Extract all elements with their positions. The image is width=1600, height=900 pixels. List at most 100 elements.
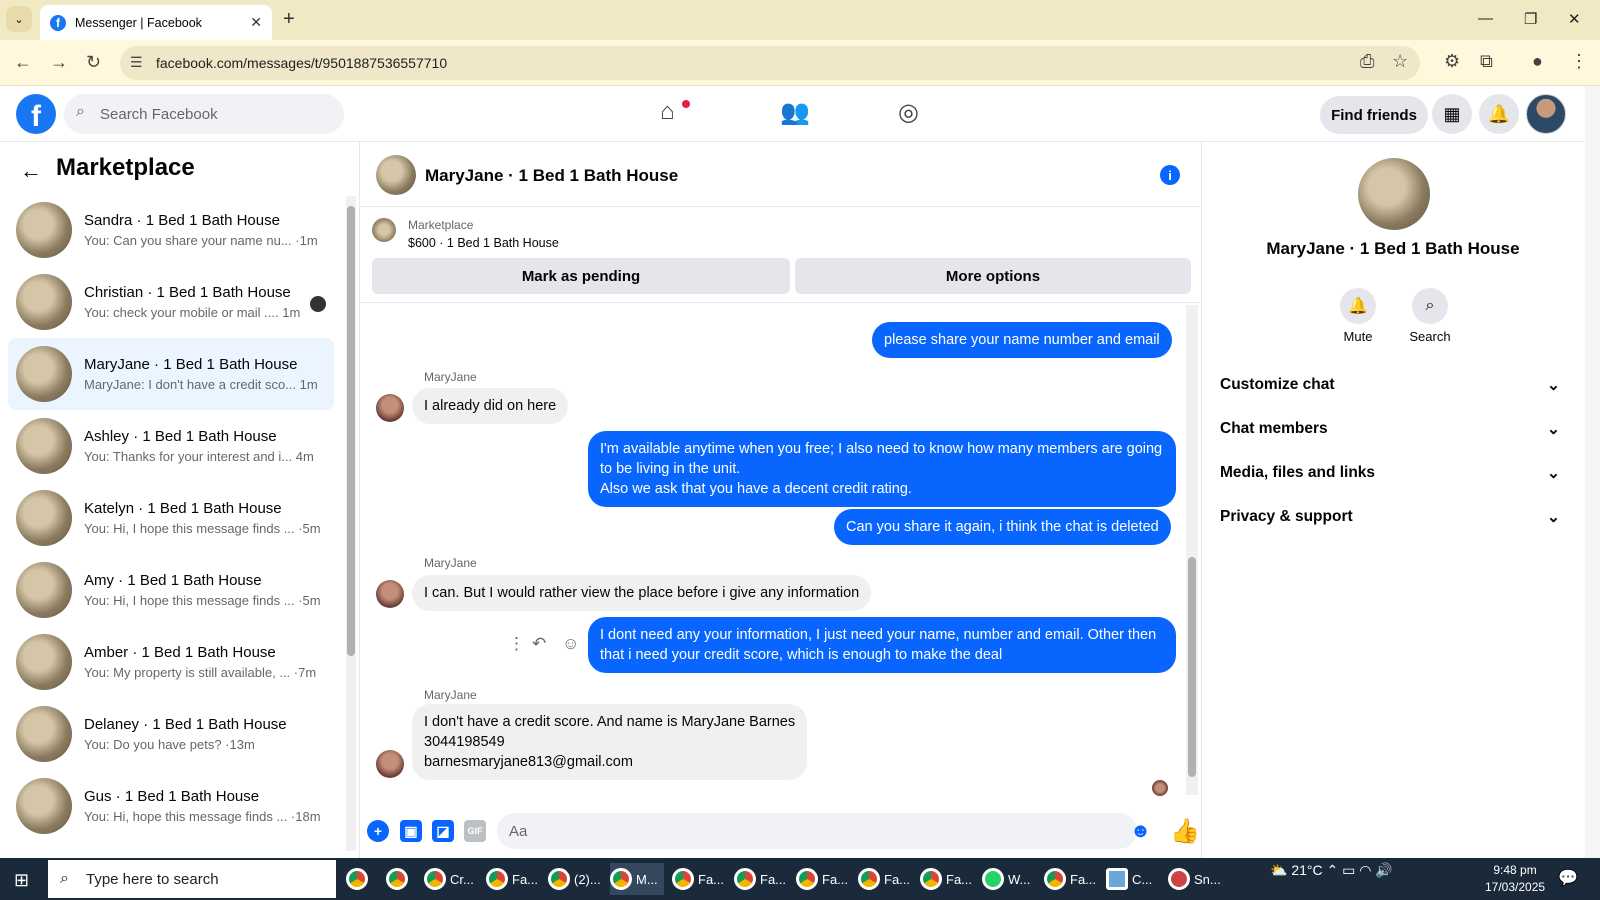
search-label: Search <box>1409 329 1451 344</box>
listing-small-thumbnail[interactable] <box>372 218 396 242</box>
message-input[interactable]: Aa <box>497 813 1137 849</box>
taskbar-app-snipping[interactable]: Sn... <box>1168 863 1221 895</box>
mark-as-pending-button[interactable]: Mark as pending <box>372 258 790 294</box>
page-scrollbar[interactable] <box>1585 86 1600 858</box>
conversation-item[interactable]: Amy · 1 Bed 1 Bath House You: Hi, I hope … <box>8 554 334 626</box>
tab-search-button[interactable]: ⌄ <box>6 6 32 32</box>
new-tab-button[interactable]: + <box>283 8 295 31</box>
taskbar-app[interactable]: Fa... <box>796 863 848 895</box>
notification-center-icon[interactable]: 💬 <box>1558 868 1578 888</box>
emoji-icon[interactable]: ☻ <box>1130 820 1151 843</box>
taskbar-app-whatsapp[interactable]: W... <box>982 863 1030 895</box>
reload-button[interactable]: ↻ <box>86 52 101 73</box>
taskbar-app[interactable]: Fa... <box>858 863 910 895</box>
system-tray[interactable]: ⛅ 21°C ⌃ ▭ ◠ 🔊 <box>1270 862 1393 879</box>
taskbar-app[interactable]: Fa... <box>920 863 972 895</box>
close-window-button[interactable]: ✕ <box>1568 10 1581 28</box>
conversation-preview: MaryJane: I don't have a credit sco... 1… <box>84 377 318 392</box>
facebook-logo-icon[interactable]: f <box>16 94 56 134</box>
search-icon[interactable]: ⌕ <box>1412 288 1448 324</box>
section-customize-chat[interactable]: Customize chat ⌄ <box>1220 376 1560 395</box>
info-icon[interactable]: i <box>1160 165 1180 185</box>
site-info-icon[interactable]: ☰ <box>130 54 143 71</box>
section-media-files[interactable]: Media, files and links ⌄ <box>1220 464 1560 483</box>
chat-title[interactable]: MaryJane · 1 Bed 1 Bath House <box>425 166 678 186</box>
puzzle-extensions-icon[interactable]: ⧉ <box>1480 51 1493 72</box>
message-incoming[interactable]: I already did on here <box>412 388 569 424</box>
conversation-item[interactable]: Katelyn · 1 Bed 1 Bath House You: Hi, I h… <box>8 482 334 554</box>
taskbar-app[interactable]: Fa... <box>734 863 786 895</box>
back-arrow-icon[interactable]: ← <box>20 158 42 184</box>
conversation-item[interactable]: Sandra · 1 Bed 1 Bath House You: Can you … <box>8 194 334 266</box>
browser-menu-icon[interactable]: ⋮ <box>1570 51 1588 72</box>
taskbar-app-chrome[interactable] <box>346 863 372 895</box>
minimize-button[interactable]: — <box>1478 10 1493 27</box>
message-outgoing[interactable]: I dont need any your information, I just… <box>588 617 1176 673</box>
taskbar-app-chrome[interactable] <box>386 863 412 895</box>
find-friends-button[interactable]: Find friends <box>1320 96 1428 134</box>
thumbs-up-icon[interactable]: 👍 <box>1170 817 1200 846</box>
add-attachment-icon[interactable]: + <box>367 820 389 842</box>
gif-icon[interactable]: GIF <box>464 820 486 842</box>
forward-button[interactable]: → <box>50 52 68 73</box>
conversation-item[interactable]: Gus · 1 Bed 1 Bath House You: Hi, hope th… <box>8 770 334 842</box>
message-incoming[interactable]: I don't have a credit score. And name is… <box>412 704 808 780</box>
profile-icon[interactable]: ● <box>1532 51 1543 72</box>
conversation-item[interactable]: Ashley · 1 Bed 1 Bath House You: Thanks f… <box>8 410 334 482</box>
taskbar-app-active[interactable]: M... <box>610 863 664 895</box>
taskbar-search-input[interactable]: ⌕ Type here to search <box>48 860 336 898</box>
photo-icon[interactable]: ▣ <box>400 820 422 842</box>
reply-icon[interactable]: ↶ <box>532 634 546 654</box>
facebook-search-input[interactable]: ⌕ Search Facebook <box>64 94 344 134</box>
taskbar-app[interactable]: Fa... <box>672 863 724 895</box>
message-outgoing[interactable]: Can you share it again, i think the chat… <box>834 509 1171 545</box>
clock[interactable]: 9:48 pm 17/03/2025 <box>1485 862 1545 896</box>
url-input[interactable]: ☰ facebook.com/messages/t/95018875365577… <box>120 46 1420 80</box>
react-emoji-icon[interactable]: ☺ <box>562 634 579 654</box>
groups-icon[interactable]: ◎ <box>898 98 919 127</box>
listing-price[interactable]: $600 · 1 Bed 1 Bath House <box>408 236 559 250</box>
sender-avatar[interactable] <box>376 750 404 778</box>
sender-avatar[interactable] <box>376 580 404 608</box>
sender-avatar[interactable] <box>376 394 404 422</box>
windows-start-icon[interactable]: ⊞ <box>14 870 29 891</box>
section-privacy-support[interactable]: Privacy & support ⌄ <box>1220 508 1560 527</box>
maximize-button[interactable]: ❐ <box>1524 10 1537 28</box>
close-tab-icon[interactable]: ✕ <box>250 14 262 31</box>
back-button[interactable]: ← <box>14 52 32 73</box>
message-outgoing[interactable]: I'm available anytime when you free; I a… <box>588 431 1176 507</box>
sticker-icon[interactable]: ◪ <box>432 820 454 842</box>
menu-grid-icon[interactable]: ▦ <box>1432 94 1472 134</box>
sidebar-scrollbar[interactable] <box>346 196 356 851</box>
mute-bell-icon[interactable]: 🔔 <box>1340 288 1376 324</box>
install-app-icon[interactable]: ⎙ <box>1360 51 1374 72</box>
message-outgoing[interactable]: please share your name number and email <box>872 322 1172 358</box>
conversation-name: Delaney · 1 Bed 1 Bath House <box>84 716 287 733</box>
scrollbar-thumb[interactable] <box>347 206 355 656</box>
chat-scrollbar[interactable] <box>1186 305 1198 795</box>
info-avatar[interactable] <box>1358 158 1430 230</box>
scrollbar-thumb[interactable] <box>1188 557 1196 777</box>
taskbar-app[interactable]: Fa... <box>1044 863 1096 895</box>
taskbar-app[interactable]: Fa... <box>486 863 538 895</box>
message-incoming[interactable]: I can. But I would rather view the place… <box>412 575 872 611</box>
chat-avatar[interactable] <box>376 155 416 195</box>
taskbar-app[interactable]: C... <box>1106 863 1152 895</box>
conversation-item[interactable]: Christian · 1 Bed 1 Bath House You: check… <box>8 266 334 338</box>
conversation-item[interactable]: Amber · 1 Bed 1 Bath House You: My proper… <box>8 626 334 698</box>
browser-tab[interactable]: f Messenger | Facebook ✕ <box>40 5 272 40</box>
taskbar-app[interactable]: Cr... <box>424 863 474 895</box>
notifications-bell-icon[interactable]: 🔔 <box>1479 94 1519 134</box>
seen-indicator-avatar <box>1152 780 1168 796</box>
extension-icon[interactable]: ⚙ <box>1444 51 1460 72</box>
section-chat-members[interactable]: Chat members ⌄ <box>1220 420 1560 439</box>
more-actions-icon[interactable]: ⋮ <box>508 634 525 654</box>
friends-icon[interactable]: 👥 <box>780 98 810 127</box>
taskbar-app[interactable]: (2)... <box>548 863 601 895</box>
home-icon[interactable]: ⌂ <box>660 98 675 126</box>
conversation-item-selected[interactable]: MaryJane · 1 Bed 1 Bath House MaryJane: I… <box>8 338 334 410</box>
more-options-button[interactable]: More options <box>795 258 1191 294</box>
conversation-item[interactable]: Delaney · 1 Bed 1 Bath House You: Do you … <box>8 698 334 770</box>
bookmark-star-icon[interactable]: ☆ <box>1392 51 1408 72</box>
account-avatar[interactable] <box>1526 94 1566 134</box>
